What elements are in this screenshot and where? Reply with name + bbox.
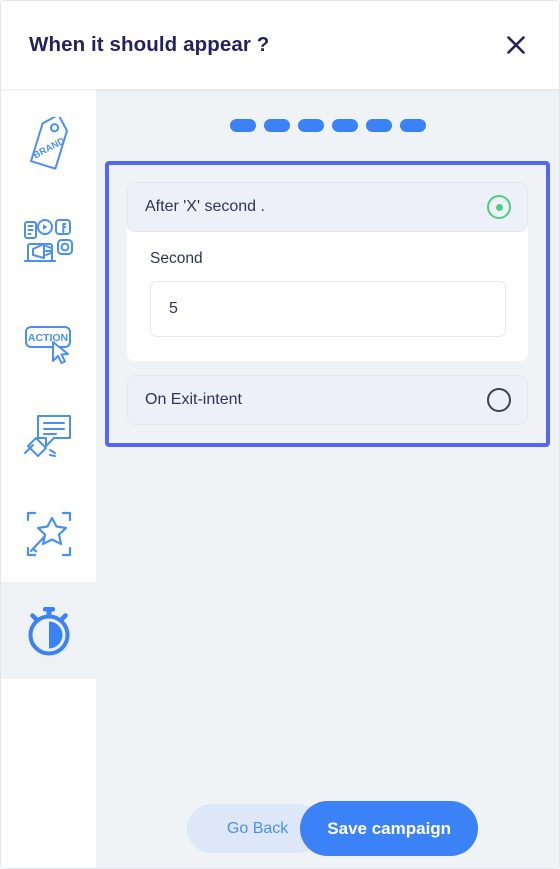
page-title: When it should appear ? [29, 33, 270, 56]
modal-header: When it should appear ? [1, 1, 559, 89]
close-icon [505, 34, 527, 56]
footer-buttons: Go Back Save campaign [186, 801, 479, 856]
option-on-exit-intent-label: On Exit-intent [145, 391, 242, 408]
svg-text:ACTION: ACTION [27, 332, 67, 344]
action-button-icon: ACTION [20, 311, 78, 369]
sidebar-item-magic-wand[interactable] [1, 485, 96, 582]
step-dot-5[interactable] [365, 118, 392, 132]
step-dot-3[interactable] [297, 118, 324, 132]
option-on-exit-intent-header[interactable]: On Exit-intent [127, 375, 528, 425]
sidebar-item-action[interactable]: ACTION [1, 291, 96, 388]
social-media-icon [20, 214, 78, 272]
step-indicator [96, 89, 559, 161]
radio-after-x-second[interactable] [487, 195, 511, 219]
option-after-x-second-label: After 'X' second . [145, 198, 265, 215]
timing-options-group: After 'X' second . Second On Exit-intent [105, 161, 550, 447]
content-area: After 'X' second . Second On Exit-intent [96, 89, 559, 868]
option-on-exit-intent: On Exit-intent [127, 375, 528, 425]
save-campaign-button[interactable]: Save campaign [300, 801, 479, 856]
sidebar-item-announcement[interactable] [1, 388, 96, 485]
modal-footer: Go Back Save campaign [96, 447, 559, 868]
option-after-x-second-body: Second [127, 232, 528, 361]
appearance-timing-modal: When it should appear ? BRAND ACTION Aft… [0, 0, 560, 869]
magic-wand-icon [20, 505, 78, 563]
step-dot-2[interactable] [263, 118, 290, 132]
second-input[interactable] [150, 281, 506, 337]
radio-on-exit-intent[interactable] [487, 388, 511, 412]
option-after-x-second-header[interactable]: After 'X' second . [127, 182, 528, 232]
sidebar-item-social-media[interactable] [1, 194, 96, 291]
second-field-label: Second [150, 250, 203, 267]
step-dot-1[interactable] [229, 118, 256, 132]
sidebar-item-brand[interactable]: BRAND [1, 97, 96, 194]
close-button[interactable] [499, 28, 533, 62]
brand-tag-icon: BRAND [20, 116, 78, 175]
announcement-icon [20, 408, 78, 466]
sidebar-item-timing[interactable] [1, 582, 96, 679]
sidebar: BRAND ACTION [1, 89, 96, 868]
option-after-x-second: After 'X' second . Second [127, 182, 528, 361]
step-dot-6[interactable] [399, 118, 426, 132]
step-dot-4[interactable] [331, 118, 358, 132]
stopwatch-icon [22, 604, 76, 658]
modal-body: BRAND ACTION After 'X' second . Second 5… [1, 89, 559, 868]
